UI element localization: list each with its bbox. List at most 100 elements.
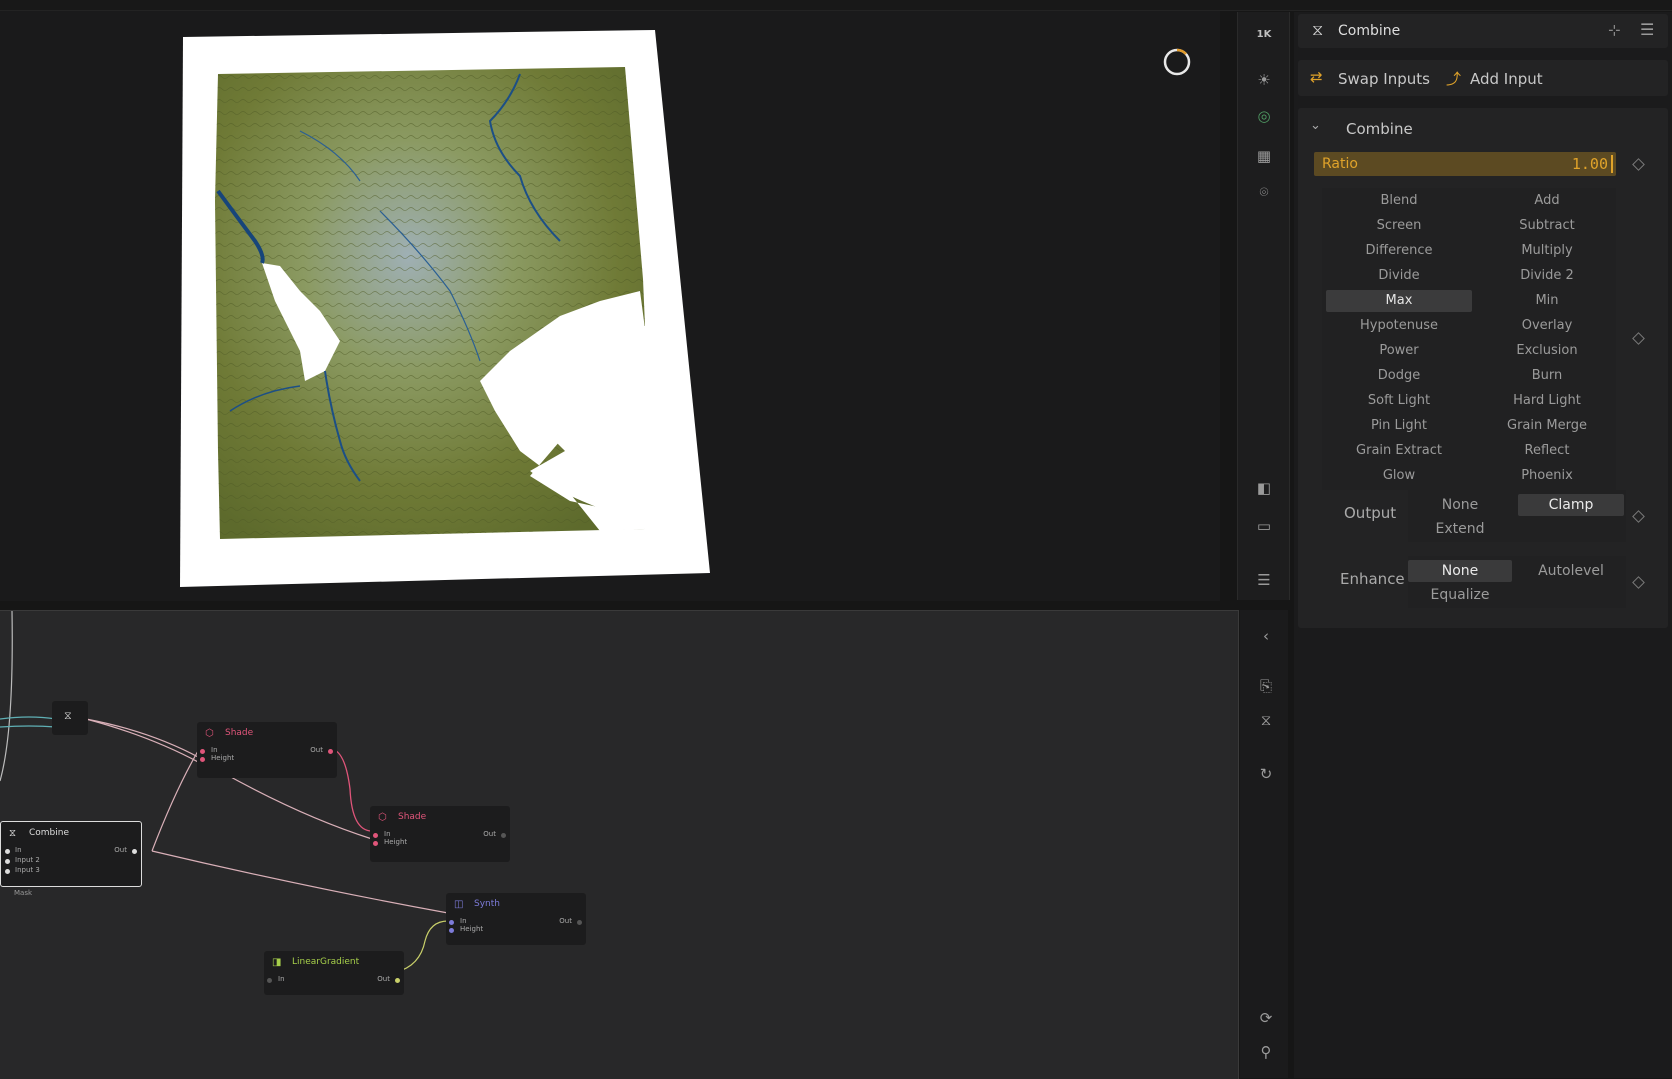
viewport-toolbar: 1K ☀ ◎ ▦ ⌾ ◧ ▭ ☰	[1237, 12, 1290, 600]
top-bar	[0, 0, 1672, 11]
node-title: Combine	[29, 828, 70, 838]
lineargradient-node[interactable]: ◨ LinearGradient In Out	[264, 951, 404, 995]
synth-node[interactable]: ◫ Synth In Height Out	[446, 893, 586, 945]
terrain-preview	[180, 30, 1191, 587]
add-input-button[interactable]: Add Input	[1470, 70, 1543, 88]
blend-mode-option[interactable]: Overlay	[1474, 315, 1620, 337]
blend-mode-option[interactable]: Exclusion	[1474, 340, 1620, 362]
port-label: In	[460, 917, 467, 925]
blend-mode-option[interactable]: Reflect	[1474, 440, 1620, 462]
blend-mode-option[interactable]: Screen	[1326, 215, 1472, 237]
blend-mode-grid: Blend Add Screen Subtract Difference Multiply…	[1322, 188, 1616, 490]
sun-icon[interactable]: ☀	[1250, 66, 1278, 94]
target-icon[interactable]: ⊹	[1608, 21, 1621, 39]
ruler-icon[interactable]: ▭	[1250, 512, 1278, 540]
add-input-icon: ⤴	[1446, 70, 1462, 88]
resolution-button[interactable]: 1K	[1250, 20, 1278, 48]
keyframe-icon[interactable]	[1632, 332, 1645, 345]
blend-mode-option[interactable]: Grain Extract	[1326, 440, 1472, 462]
swap-inputs-button[interactable]: Swap Inputs	[1338, 70, 1430, 88]
3d-viewport[interactable]	[0, 11, 1220, 601]
combine-node[interactable]: ⧖ Combine In Input 2 Input 3 Out	[0, 821, 142, 887]
material-sphere-icon[interactable]: ◎	[1250, 102, 1278, 130]
output-clamp-option[interactable]: Clamp	[1518, 494, 1624, 516]
port-label: Height	[460, 925, 484, 933]
port-label: In	[278, 975, 285, 983]
blend-mode-option[interactable]: Soft Light	[1326, 390, 1472, 412]
ratio-slider[interactable]: Ratio 1.00	[1314, 152, 1616, 176]
port-label: Out	[559, 917, 572, 925]
timer-icon[interactable]: ↻	[1252, 760, 1280, 788]
panel-header: ⧖ Combine ⊹ ☰	[1298, 14, 1668, 48]
enhance-label: Enhance	[1340, 570, 1405, 588]
gradient-icon: ◨	[272, 957, 282, 968]
bomb-icon[interactable]: ⚲	[1252, 1038, 1280, 1066]
grid-icon[interactable]: ▦	[1250, 142, 1278, 170]
enhance-autolevel-option[interactable]: Autolevel	[1518, 560, 1624, 582]
chevron-down-icon[interactable]: ⌄	[1310, 118, 1321, 133]
blend-mode-option[interactable]: Subtract	[1474, 215, 1620, 237]
panel-title: Combine	[1338, 23, 1401, 39]
blend-mode-option[interactable]: Grain Merge	[1474, 415, 1620, 437]
compare-icon[interactable]: ◧	[1250, 474, 1278, 502]
blend-mode-option[interactable]: Multiply	[1474, 240, 1620, 262]
blend-mode-option[interactable]: Divide 2	[1474, 265, 1620, 287]
blend-mode-option[interactable]: Blend	[1326, 190, 1472, 212]
blend-mode-option[interactable]: Dodge	[1326, 365, 1472, 387]
combine-icon: ⧖	[64, 709, 72, 722]
node-title: Shade	[225, 728, 254, 738]
blend-mode-option[interactable]: Pin Light	[1326, 415, 1472, 437]
blend-mode-option[interactable]: Min	[1474, 290, 1620, 312]
node-connections	[0, 611, 449, 973]
enhance-equalize-option[interactable]: Equalize	[1408, 584, 1512, 606]
port-label: Input 3	[15, 866, 40, 874]
enhance-options: None Autolevel Equalize	[1408, 556, 1626, 608]
port-label: In	[211, 746, 218, 754]
port-label: Height	[211, 754, 235, 762]
blend-mode-option[interactable]: Divide	[1326, 265, 1472, 287]
hamburger-icon[interactable]: ☰	[1640, 20, 1654, 39]
blend-mode-option[interactable]: Add	[1474, 190, 1620, 212]
output-extend-option[interactable]: Extend	[1408, 518, 1512, 540]
port-label: In	[384, 830, 391, 838]
blend-mode-option[interactable]: Hypotenuse	[1326, 315, 1472, 337]
node-graph[interactable]: ⧖ ⬡ Shade In Height Out ⬡ Shade In Heigh…	[0, 610, 1239, 1079]
menu-icon[interactable]: ☰	[1250, 566, 1278, 594]
blend-mode-option[interactable]: Power	[1326, 340, 1472, 362]
synth-icon: ◫	[454, 899, 464, 910]
actions-bar: ⇄ Swap Inputs ⤴ Add Input	[1298, 60, 1668, 96]
section-title: Combine	[1346, 120, 1413, 138]
bookmark-icon[interactable]: ⎘	[1252, 672, 1280, 700]
shade-icon: ⬡	[205, 728, 214, 739]
combine-icon: ⧖	[9, 828, 17, 839]
keyframe-icon[interactable]	[1632, 510, 1645, 523]
node-title: Synth	[474, 899, 500, 909]
blend-mode-option[interactable]: Hard Light	[1474, 390, 1620, 412]
keyframe-icon[interactable]	[1632, 158, 1645, 171]
blend-mode-option[interactable]: Max	[1326, 290, 1472, 312]
enhance-none-option[interactable]: None	[1408, 560, 1512, 582]
blend-mode-option[interactable]: Burn	[1474, 365, 1620, 387]
combine-icon: ⧖	[1312, 20, 1324, 39]
port-label: Out	[483, 830, 496, 838]
ratio-fill	[1314, 152, 1616, 176]
shade-node-2[interactable]: ⬡ Shade In Height Out	[370, 806, 510, 862]
collapse-left-icon[interactable]: ‹	[1252, 622, 1280, 650]
keyframe-icon[interactable]	[1632, 576, 1645, 589]
blend-mode-option[interactable]: Phoenix	[1474, 465, 1620, 487]
ratio-value: 1.00	[1571, 155, 1608, 173]
properties-panel: ⧖ Combine ⊹ ☰ ⇄ Swap Inputs ⤴ Add Input …	[1294, 12, 1672, 1078]
ratio-cursor	[1611, 155, 1613, 173]
refresh-icon[interactable]: ⟳	[1252, 1004, 1280, 1032]
blend-mode-option[interactable]: Difference	[1326, 240, 1472, 262]
graph-node-icon[interactable]: ⧖	[1252, 706, 1280, 734]
blend-mode-option[interactable]: Glow	[1326, 465, 1472, 487]
shade-node-1[interactable]: ⬡ Shade In Height Out	[197, 722, 337, 778]
output-none-option[interactable]: None	[1408, 494, 1512, 516]
combine-mini-node[interactable]: ⧖	[52, 701, 88, 735]
port-label: Out	[310, 746, 323, 754]
combine-section: ⌄ Combine Ratio 1.00 Blend Add Screen Subtr…	[1298, 108, 1668, 628]
port-label: Out	[377, 975, 390, 983]
camera-icon[interactable]: ⌾	[1250, 178, 1278, 206]
port-label: Out	[114, 846, 127, 854]
